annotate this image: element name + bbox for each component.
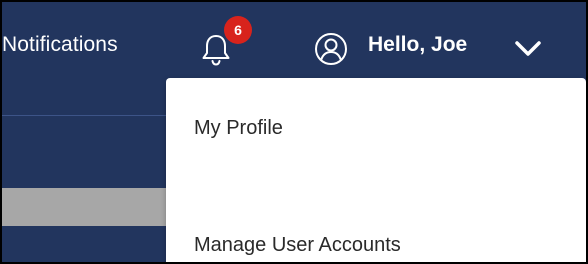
user-circle-icon bbox=[315, 33, 347, 65]
app-window: Notifications 6 Hello, Joe My Profile Ma… bbox=[0, 0, 588, 264]
chevron-down-icon[interactable] bbox=[514, 40, 542, 58]
menu-item-my-profile[interactable]: My Profile bbox=[194, 117, 283, 140]
notification-count-badge: 6 bbox=[224, 16, 252, 44]
user-menu-toggle[interactable]: Hello, Joe bbox=[368, 33, 467, 57]
menu-item-manage-user-accounts[interactable]: Manage User Accounts bbox=[194, 234, 401, 257]
notifications-link[interactable]: Notifications bbox=[2, 33, 118, 57]
user-dropdown-menu: My Profile Manage User Accounts bbox=[166, 78, 586, 262]
